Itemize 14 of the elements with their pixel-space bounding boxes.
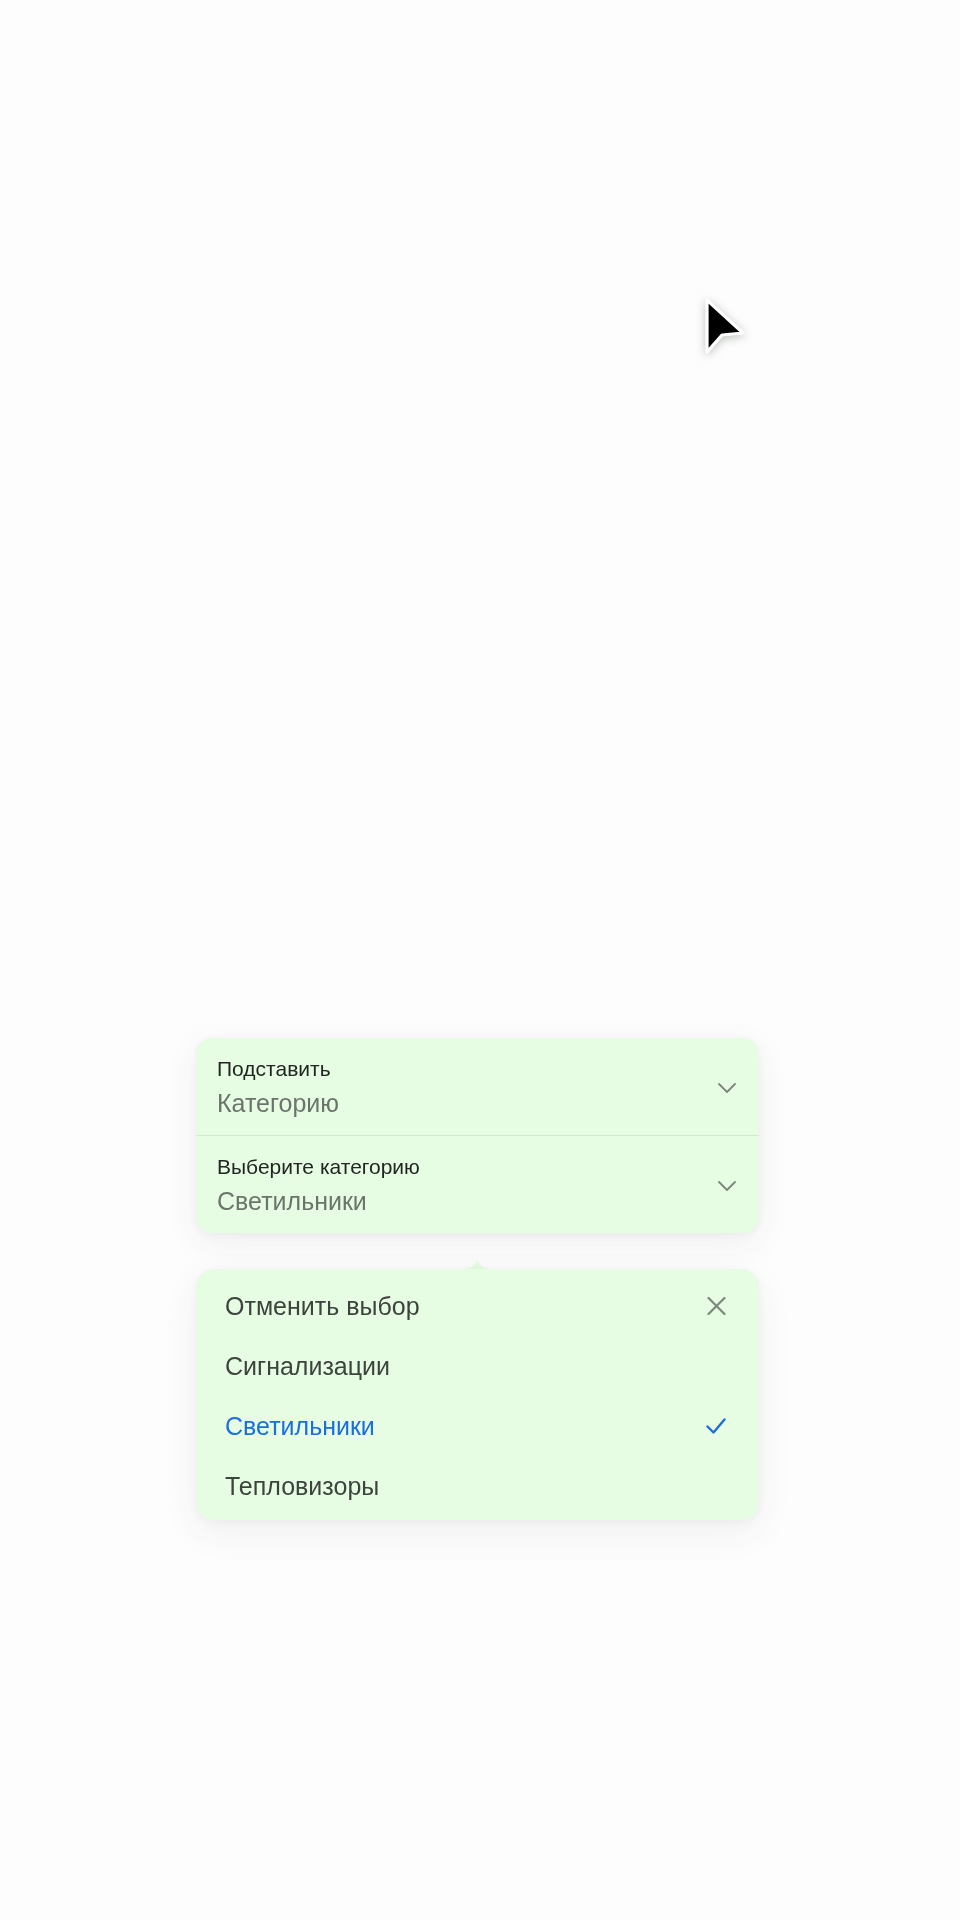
select-field[interactable]: Выберите категорию Светильники	[196, 1135, 759, 1233]
field-value: Категорию	[217, 1088, 340, 1119]
field-label: Подставить	[217, 1056, 332, 1082]
dropdown-option[interactable]: Тепловизоры	[196, 1456, 759, 1516]
close-icon	[707, 1297, 726, 1315]
chevron-down-icon	[718, 1083, 736, 1093]
chevron-down-icon	[718, 1181, 736, 1191]
clear-selection-item[interactable]: Отменить выбор	[196, 1276, 759, 1336]
field-value: Светильники	[217, 1186, 368, 1217]
checkmark-icon	[706, 1418, 726, 1434]
dropdown-option[interactable]: Сигнализации	[196, 1336, 759, 1396]
field-label: Выберите категорию	[217, 1154, 420, 1180]
dropdown-option[interactable]: Светильники	[196, 1396, 759, 1456]
select-field[interactable]: Подставить Категорию	[196, 1038, 759, 1135]
